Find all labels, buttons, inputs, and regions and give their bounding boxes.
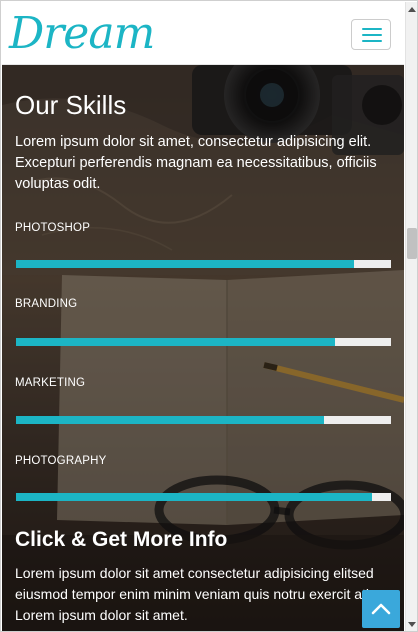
skills-hero-section: Our Skills Lorem ipsum dolor sit amet, c… bbox=[2, 65, 404, 631]
skills-intro-text: Lorem ipsum dolor sit amet, consectetur … bbox=[15, 134, 377, 192]
skill-progress-photoshop bbox=[16, 260, 391, 268]
hamburger-menu-icon bbox=[362, 28, 382, 30]
chevron-up-icon bbox=[371, 603, 391, 615]
info-text: Lorem ipsum dolor sit amet consectetur a… bbox=[15, 565, 385, 623]
back-to-top-button[interactable] bbox=[362, 590, 400, 628]
skill-progress-branding bbox=[16, 338, 391, 346]
scrollbar-thumb[interactable] bbox=[407, 228, 417, 259]
skill-progress-fill bbox=[16, 493, 373, 501]
vertical-scrollbar[interactable] bbox=[405, 2, 418, 631]
navbar: Dream bbox=[2, 2, 404, 65]
hamburger-menu-icon-bar bbox=[362, 40, 382, 42]
menu-toggle-button[interactable] bbox=[351, 19, 391, 50]
skill-label-photoshop: PHOTOSHOP bbox=[15, 222, 91, 234]
info-heading: Click & Get More Info bbox=[15, 528, 228, 551]
skills-heading: Our Skills bbox=[15, 90, 127, 120]
skill-label-photography: PHOTOGRAPHY bbox=[15, 455, 107, 467]
skill-progress-fill bbox=[16, 416, 324, 424]
brand-logo[interactable]: Dream bbox=[9, 8, 155, 60]
hamburger-menu-icon-bar bbox=[362, 34, 382, 36]
scroll-down-arrow-icon[interactable] bbox=[406, 618, 418, 630]
scroll-up-arrow-icon[interactable] bbox=[406, 4, 418, 16]
skill-label-marketing: MARKETING bbox=[15, 377, 86, 389]
skill-progress-fill bbox=[16, 338, 335, 346]
page-frame: Dream Our Skills Lorem ipsum dolor sit a… bbox=[0, 0, 418, 632]
skill-progress-fill bbox=[16, 260, 354, 268]
skill-progress-marketing bbox=[16, 416, 391, 424]
skill-progress-photography bbox=[16, 493, 391, 501]
skill-label-branding: BRANDING bbox=[15, 298, 78, 310]
